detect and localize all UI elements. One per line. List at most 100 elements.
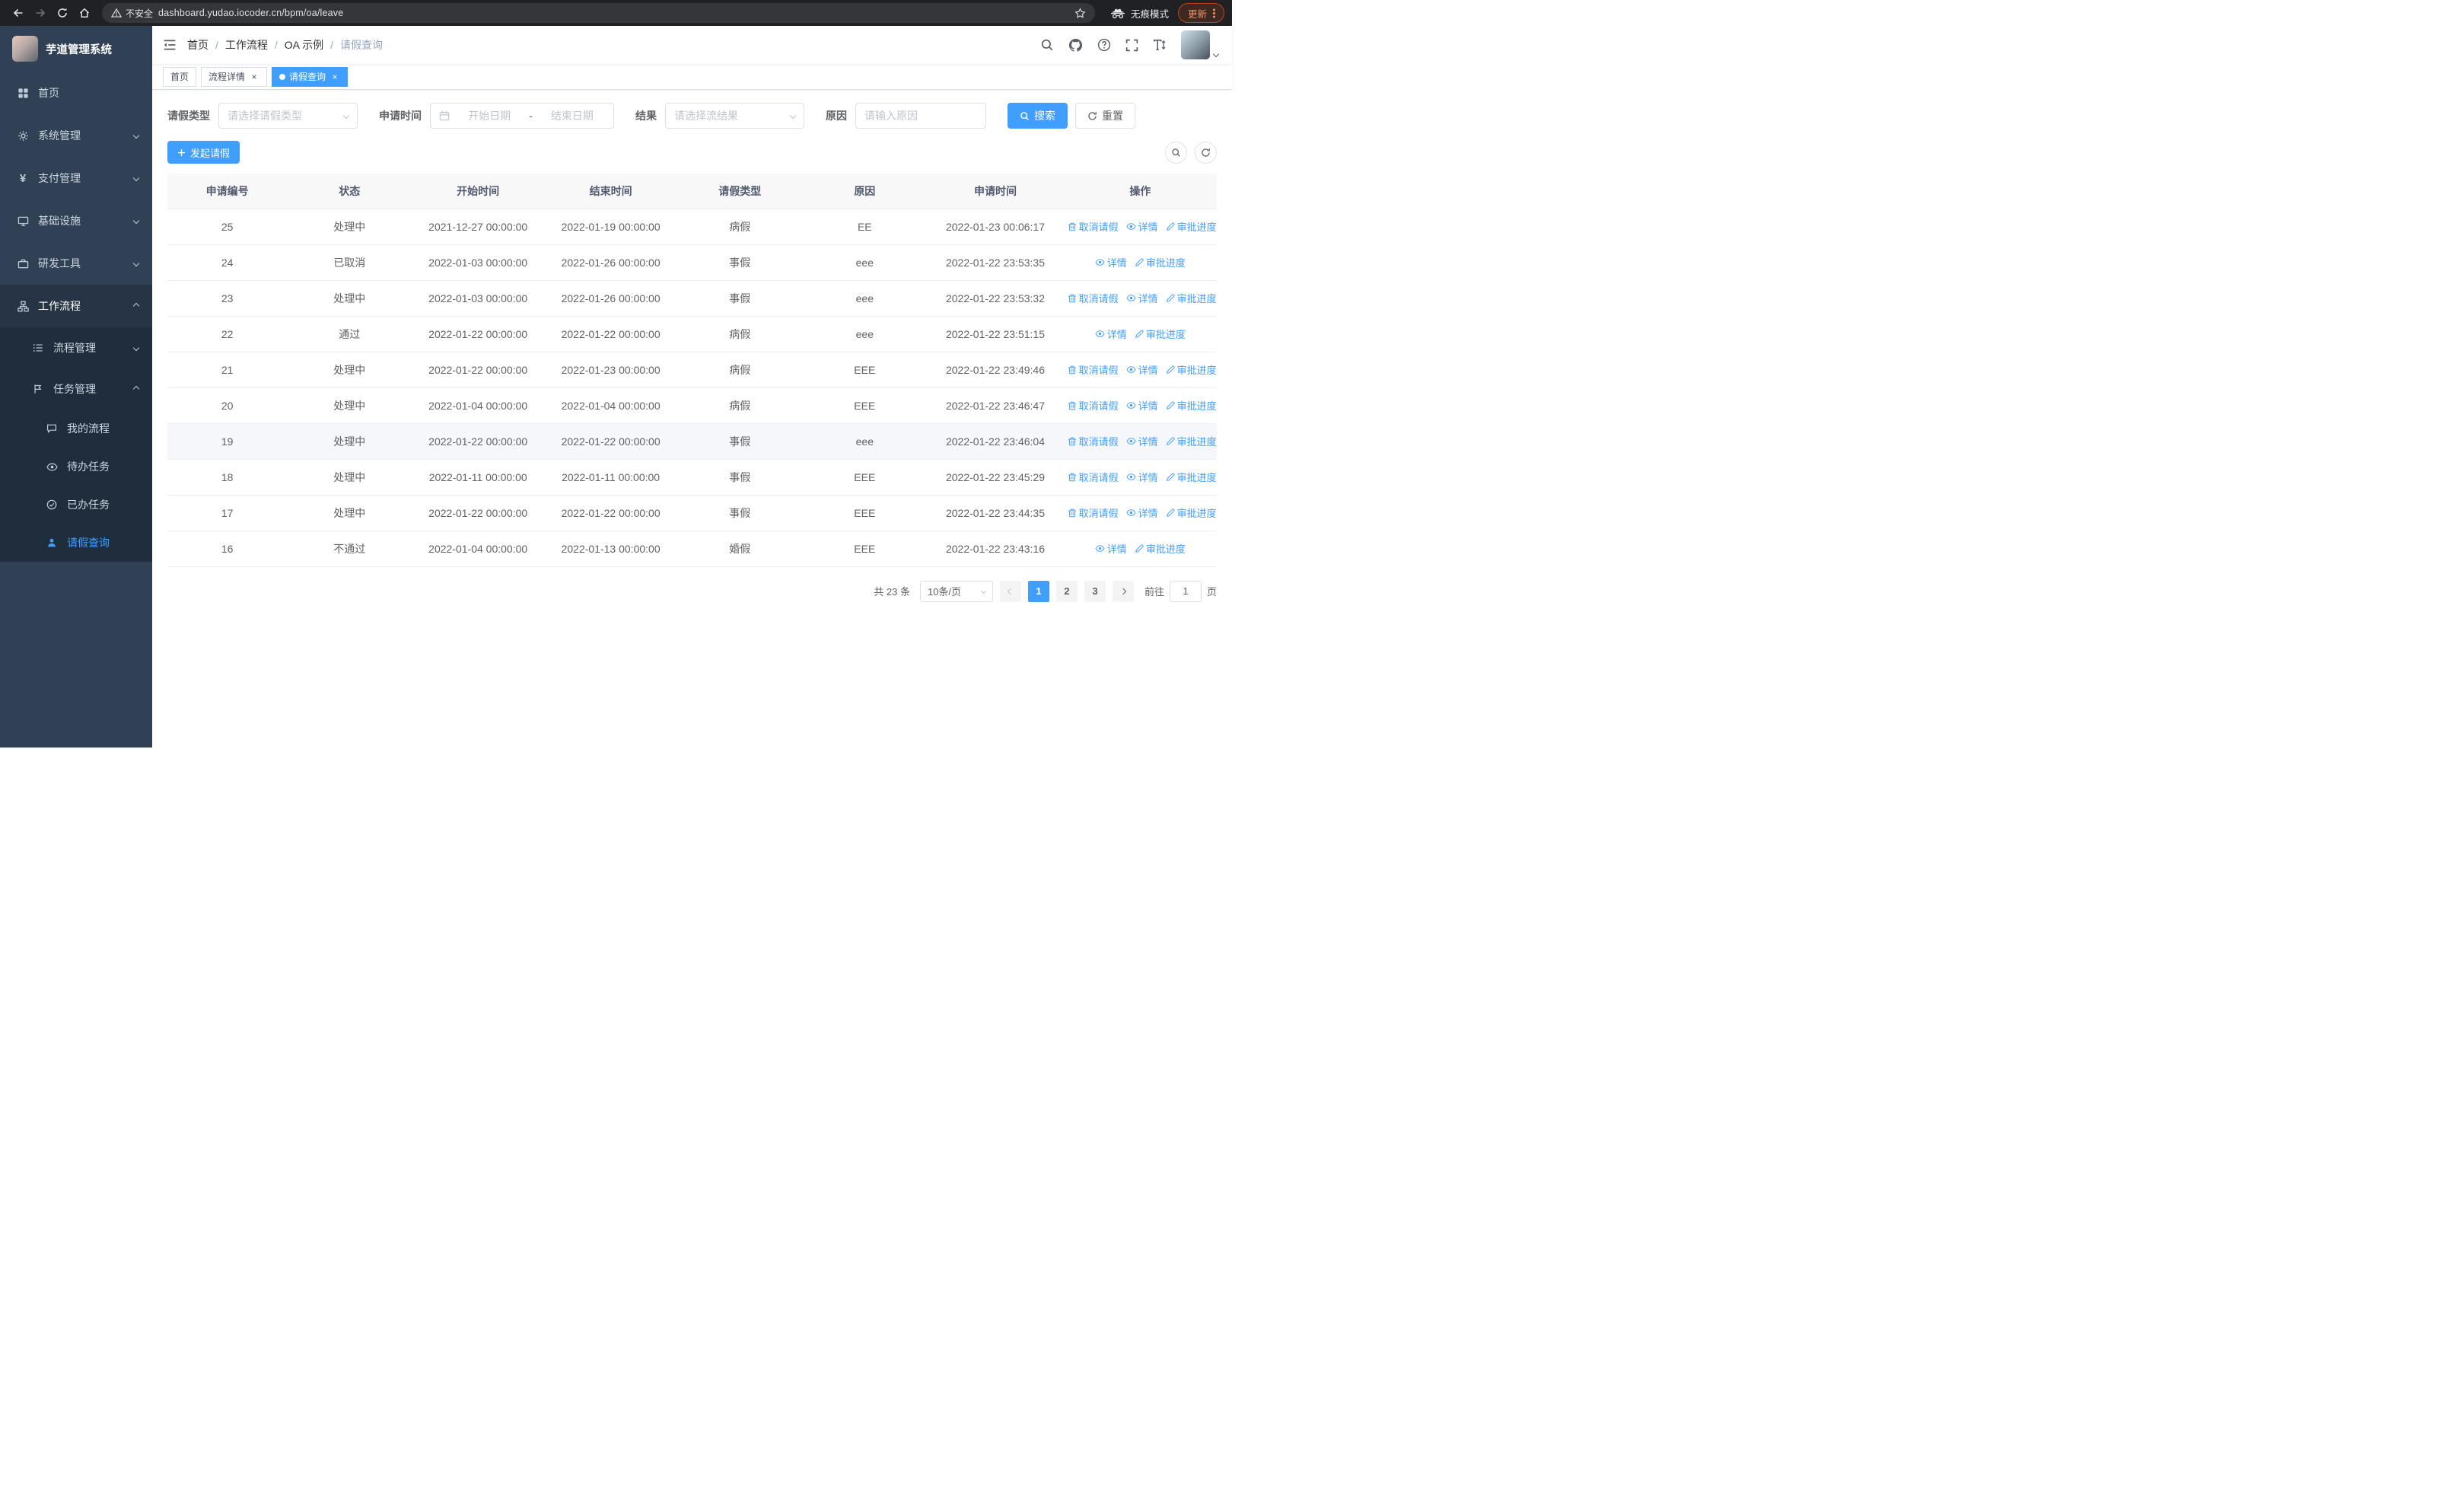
cancel-label: 取消请假	[1078, 508, 1119, 519]
progress-link[interactable]: 审批进度	[1166, 470, 1217, 484]
sidebar-item-leave-query[interactable]: 请假查询	[0, 524, 152, 562]
progress-link[interactable]: 审批进度	[1166, 291, 1217, 305]
progress-link[interactable]: 审批进度	[1135, 255, 1186, 269]
page-button-1[interactable]: 1	[1027, 580, 1049, 602]
sidebar-item-home[interactable]: 首页	[0, 72, 152, 114]
security-status[interactable]: 不安全	[111, 7, 153, 20]
cell-status: 处理中	[287, 495, 412, 531]
page-button-2[interactable]: 2	[1055, 580, 1078, 602]
sidebar-item-process-mgmt[interactable]: 流程管理	[0, 327, 152, 368]
browser-forward-button[interactable]	[30, 3, 50, 24]
detail-link[interactable]: 详情	[1095, 541, 1127, 556]
cell-actions: 取消请假 详情 审批进度	[1063, 495, 1217, 531]
detail-link[interactable]: 详情	[1126, 362, 1158, 377]
chevron-down-icon	[132, 174, 140, 182]
edit-icon	[1166, 436, 1175, 445]
browser-menu-icon[interactable]	[1213, 11, 1215, 14]
apply-time-range-picker[interactable]: 开始日期 - 结束日期	[430, 103, 614, 129]
sidebar-collapse-button[interactable]	[163, 38, 177, 52]
browser-reload-button[interactable]	[52, 3, 72, 24]
next-page-button[interactable]	[1112, 580, 1134, 602]
goto-suffix: 页	[1206, 586, 1217, 598]
sidebar-item-todo-tasks[interactable]: 待办任务	[0, 448, 152, 486]
detail-link[interactable]: 详情	[1126, 219, 1158, 234]
reset-button[interactable]: 重置	[1075, 103, 1135, 129]
tab-process-detail[interactable]: 流程详情 ×	[201, 66, 268, 87]
cell-reason: EEE	[802, 495, 928, 531]
sidebar-item-my-process[interactable]: 我的流程	[0, 410, 152, 448]
detail-link[interactable]: 详情	[1126, 470, 1158, 484]
prev-page-button[interactable]	[999, 580, 1021, 602]
logo-avatar	[12, 36, 38, 62]
progress-link[interactable]: 审批进度	[1166, 505, 1217, 520]
cancel-link[interactable]: 取消请假	[1068, 398, 1119, 413]
progress-link[interactable]: 审批进度	[1166, 362, 1217, 377]
detail-link[interactable]: 详情	[1095, 255, 1127, 269]
delete-icon	[1068, 401, 1076, 410]
create-leave-button[interactable]: 发起请假	[167, 141, 240, 164]
header-search-icon[interactable]	[1040, 38, 1054, 52]
detail-link[interactable]: 详情	[1126, 291, 1158, 305]
reason-input[interactable]	[856, 104, 985, 128]
goto-page-input[interactable]	[1169, 580, 1202, 602]
page-button-3[interactable]: 3	[1084, 580, 1106, 602]
sidebar-item-payment[interactable]: ¥ 支付管理	[0, 157, 152, 199]
cell-leave-type: 婚假	[677, 531, 803, 567]
browser-home-button[interactable]	[74, 3, 94, 24]
tab-leave-query[interactable]: 请假查询 ×	[272, 66, 349, 87]
table-row: 21 处理中 2022-01-22 00:00:00 2022-01-23 00:00…	[167, 352, 1217, 388]
cancel-link[interactable]: 取消请假	[1068, 291, 1119, 305]
detail-link[interactable]: 详情	[1126, 398, 1158, 413]
progress-link[interactable]: 审批进度	[1135, 327, 1186, 341]
detail-link[interactable]: 详情	[1126, 505, 1158, 520]
github-icon[interactable]	[1068, 38, 1083, 53]
progress-link[interactable]: 审批进度	[1166, 398, 1217, 413]
result-select[interactable]: 请选择流结果	[665, 103, 804, 129]
cancel-link[interactable]: 取消请假	[1068, 362, 1119, 377]
sidebar-item-done-tasks[interactable]: 已办任务	[0, 486, 152, 524]
detail-label: 详情	[1138, 436, 1158, 448]
page-size-select[interactable]: 10条/页	[919, 580, 993, 602]
breadcrumb-home[interactable]: 首页	[187, 37, 209, 53]
progress-link[interactable]: 审批进度	[1166, 434, 1217, 448]
fullscreen-icon[interactable]	[1125, 39, 1138, 52]
breadcrumb-workflow[interactable]: 工作流程	[225, 37, 268, 53]
address-bar[interactable]: 不安全 dashboard.yudao.iocoder.cn/bpm/oa/le…	[102, 3, 1095, 23]
close-icon[interactable]: ×	[329, 72, 340, 82]
cell-actions: 取消请假 详情 审批进度	[1063, 387, 1217, 424]
leave-type-select[interactable]: 请选择请假类型	[218, 103, 358, 129]
progress-label: 审批进度	[1176, 365, 1217, 376]
detail-link[interactable]: 详情	[1095, 327, 1127, 341]
cancel-link[interactable]: 取消请假	[1068, 434, 1119, 448]
breadcrumb-oa-example[interactable]: OA 示例	[285, 37, 323, 53]
cancel-link[interactable]: 取消请假	[1068, 505, 1119, 520]
sidebar-item-system[interactable]: 系统管理	[0, 114, 152, 157]
refresh-table-button[interactable]	[1195, 141, 1217, 164]
url-text[interactable]: dashboard.yudao.iocoder.cn/bpm/oa/leave	[158, 8, 1069, 18]
browser-back-button[interactable]	[8, 3, 28, 24]
delete-icon	[1068, 365, 1076, 374]
progress-link[interactable]: 审批进度	[1135, 541, 1186, 556]
font-size-icon[interactable]	[1153, 38, 1167, 52]
search-button[interactable]: 搜索	[1008, 103, 1068, 129]
help-icon[interactable]	[1097, 38, 1111, 52]
tab-home[interactable]: 首页	[163, 66, 197, 87]
delete-icon	[1068, 473, 1076, 481]
cell-status: 处理中	[287, 280, 412, 317]
app-logo[interactable]: 芋道管理系统	[0, 26, 152, 72]
close-icon[interactable]: ×	[249, 72, 259, 82]
sidebar-item-infra[interactable]: 基础设施	[0, 199, 152, 242]
toggle-search-button[interactable]	[1165, 141, 1187, 164]
cancel-link[interactable]: 取消请假	[1068, 470, 1119, 484]
browser-update-button[interactable]: 更新	[1177, 3, 1224, 23]
cancel-link[interactable]: 取消请假	[1068, 219, 1119, 234]
avatar[interactable]	[1181, 30, 1210, 59]
sidebar-item-task-mgmt[interactable]: 任务管理	[0, 368, 152, 410]
progress-link[interactable]: 审批进度	[1166, 219, 1217, 234]
sidebar-item-devtools[interactable]: 研发工具	[0, 242, 152, 285]
sidebar-item-workflow[interactable]: 工作流程	[0, 285, 152, 327]
detail-link[interactable]: 详情	[1126, 434, 1158, 448]
detail-label: 详情	[1106, 329, 1127, 340]
bookmark-star-icon[interactable]	[1074, 7, 1086, 19]
user-menu[interactable]	[1181, 30, 1220, 59]
